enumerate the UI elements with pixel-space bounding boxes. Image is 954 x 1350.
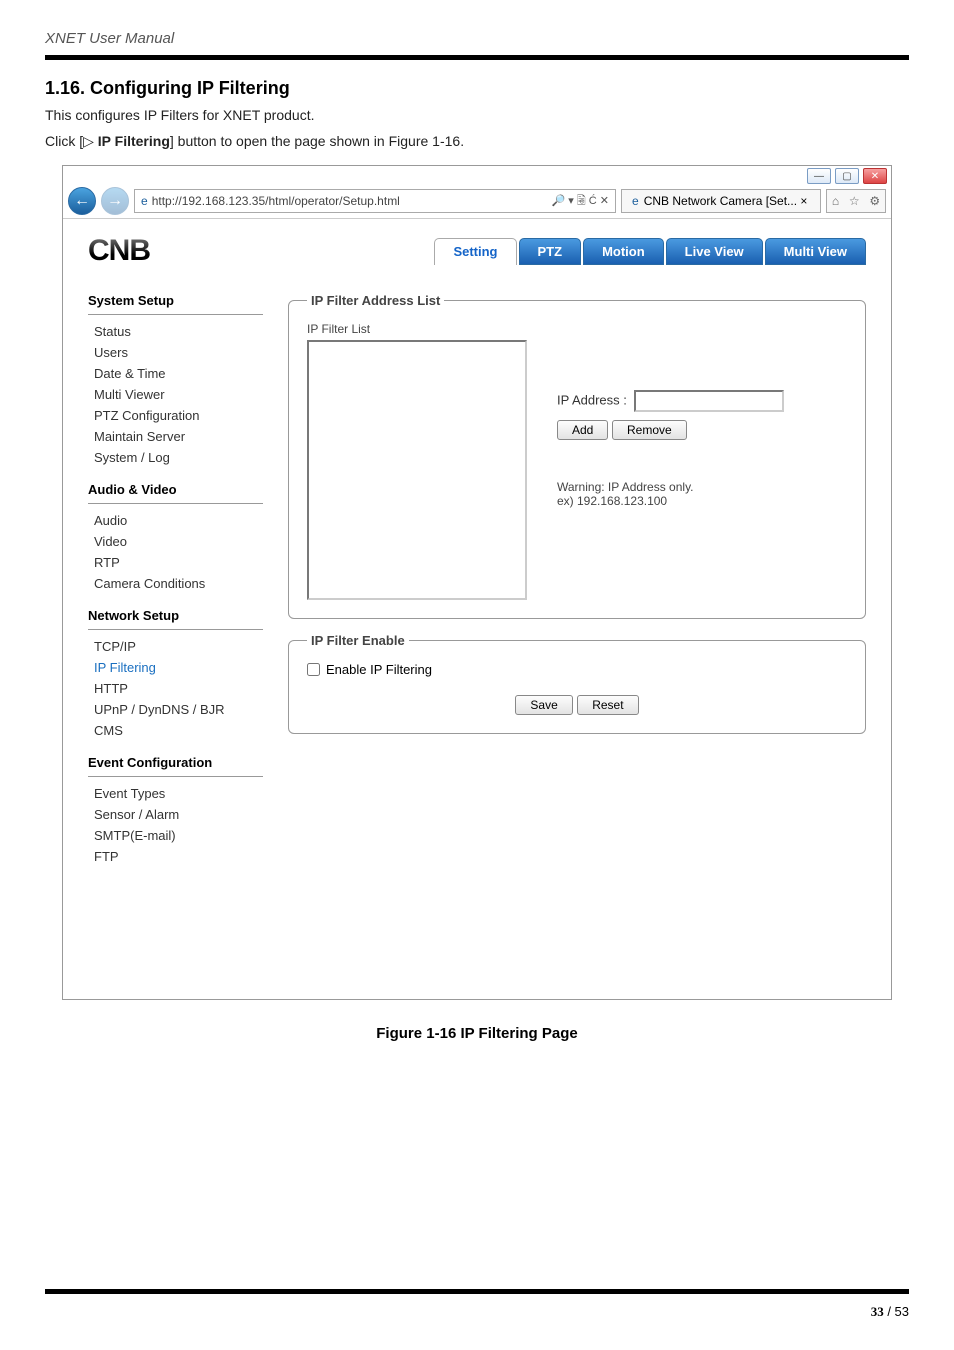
home-icon[interactable]: ⌂ (832, 194, 839, 208)
sidebar-item-status[interactable]: Status (88, 321, 263, 342)
ip-address-input[interactable] (634, 390, 784, 412)
reset-button[interactable]: Reset (577, 695, 638, 715)
tab-liveview[interactable]: Live View (666, 238, 763, 265)
minimize-button[interactable]: — (807, 168, 831, 184)
remove-button[interactable]: Remove (612, 420, 687, 440)
instruction-text: Click [▷ IP Filtering] button to open th… (45, 133, 909, 150)
window-controls: — ▢ ✕ (63, 166, 891, 184)
ip-filter-list-textarea[interactable] (307, 340, 527, 600)
tab-ptz[interactable]: PTZ (519, 238, 582, 265)
manual-header: XNET User Manual (45, 30, 909, 47)
tab-title: CNB Network Camera [Set... × (644, 194, 808, 208)
instruction-bold: IP Filtering (98, 133, 170, 149)
enable-ip-filtering-label[interactable]: Enable IP Filtering (307, 662, 847, 677)
footer-divider (45, 1289, 909, 1294)
url-box[interactable]: e http://192.168.123.35/html/operator/Se… (134, 189, 616, 213)
ie-icon: e (141, 194, 148, 208)
add-button[interactable]: Add (557, 420, 608, 440)
sidebar-item-smtp[interactable]: SMTP(E-mail) (88, 825, 263, 846)
ip-filter-list-label: IP Filter List (307, 322, 847, 336)
sidebar-group-system: System Setup (88, 293, 263, 308)
sidebar-divider (88, 503, 263, 504)
sidebar-group-av: Audio & Video (88, 482, 263, 497)
sidebar-group-network: Network Setup (88, 608, 263, 623)
enable-ip-filtering-checkbox[interactable] (307, 663, 320, 676)
sidebar-item-camcond[interactable]: Camera Conditions (88, 573, 263, 594)
sidebar-divider (88, 776, 263, 777)
sidebar-item-video[interactable]: Video (88, 531, 263, 552)
page-total: / 53 (884, 1304, 909, 1319)
ip-address-label: IP Address : (557, 392, 627, 407)
tab-setting[interactable]: Setting (434, 238, 516, 265)
gear-icon[interactable]: ⚙ (869, 194, 880, 208)
sidebar-group-event: Event Configuration (88, 755, 263, 770)
sidebar-item-ptzconfig[interactable]: PTZ Configuration (88, 405, 263, 426)
ip-address-row: IP Address : (557, 390, 847, 412)
sidebar-item-users[interactable]: Users (88, 342, 263, 363)
tab-multiview[interactable]: Multi View (765, 238, 866, 265)
warning-line1: Warning: IP Address only. (557, 480, 847, 494)
sidebar-item-http[interactable]: HTTP (88, 678, 263, 699)
close-button[interactable]: ✕ (863, 168, 887, 184)
sidebar-item-audio[interactable]: Audio (88, 510, 263, 531)
sidebar-item-maintain[interactable]: Maintain Server (88, 426, 263, 447)
ip-filter-enable-legend: IP Filter Enable (307, 633, 409, 648)
url-text: http://192.168.123.35/html/operator/Setu… (152, 194, 400, 208)
browser-window: — ▢ ✕ ← → e http://192.168.123.35/html/o… (62, 165, 892, 1000)
forward-button[interactable]: → (101, 187, 129, 215)
instruction-prefix: Click [▷ (45, 133, 98, 149)
sidebar-item-eventtypes[interactable]: Event Types (88, 783, 263, 804)
sidebar-item-tcpip[interactable]: TCP/IP (88, 636, 263, 657)
page-number: 33 / 53 (45, 1304, 909, 1320)
address-bar-row: ← → e http://192.168.123.35/html/operato… (63, 184, 891, 219)
save-button[interactable]: Save (515, 695, 572, 715)
divider (45, 55, 909, 60)
url-control-icons: 🔎 ▾ 🗟 Ć ✕ (552, 192, 609, 211)
sidebar-divider (88, 629, 263, 630)
sidebar-item-upnp[interactable]: UPnP / DynDNS / BJR (88, 699, 263, 720)
app-body: CNB Setting PTZ Motion Live View Multi V… (63, 219, 891, 999)
sidebar: System Setup Status Users Date & Time Mu… (88, 293, 263, 867)
sidebar-item-multiviewer[interactable]: Multi Viewer (88, 384, 263, 405)
ie-tab-icon: e (632, 194, 639, 208)
sidebar-item-datetime[interactable]: Date & Time (88, 363, 263, 384)
instruction-suffix: ] button to open the page shown in Figur… (170, 133, 464, 149)
top-nav-row: CNB Setting PTZ Motion Live View Multi V… (88, 234, 866, 268)
warning-text: Warning: IP Address only. ex) 192.168.12… (557, 480, 847, 508)
sidebar-item-rtp[interactable]: RTP (88, 552, 263, 573)
warning-line2: ex) 192.168.123.100 (557, 494, 847, 508)
main-panel: IP Filter Address List IP Filter List IP… (288, 293, 866, 867)
page-current: 33 (871, 1304, 884, 1319)
maximize-button[interactable]: ▢ (835, 168, 859, 184)
section-title: 1.16. Configuring IP Filtering (45, 78, 909, 99)
sidebar-item-sensoralarm[interactable]: Sensor / Alarm (88, 804, 263, 825)
toolbar-icons: ⌂ ☆ ⚙ (826, 189, 886, 213)
favorites-icon[interactable]: ☆ (849, 194, 860, 208)
sidebar-item-cms[interactable]: CMS (88, 720, 263, 741)
ip-filter-enable-fieldset: IP Filter Enable Enable IP Filtering Sav… (288, 633, 866, 734)
browser-tab[interactable]: e CNB Network Camera [Set... × (621, 189, 821, 213)
tab-motion[interactable]: Motion (583, 238, 664, 265)
back-button[interactable]: ← (68, 187, 96, 215)
description-text: This configures IP Filters for XNET prod… (45, 107, 909, 123)
ip-filter-address-fieldset: IP Filter Address List IP Filter List IP… (288, 293, 866, 619)
sidebar-item-ftp[interactable]: FTP (88, 846, 263, 867)
content-row: System Setup Status Users Date & Time Mu… (88, 293, 866, 867)
sidebar-item-ipfiltering[interactable]: IP Filtering (88, 657, 263, 678)
enable-label-text: Enable IP Filtering (326, 662, 432, 677)
sidebar-item-systemlog[interactable]: System / Log (88, 447, 263, 468)
logo: CNB (88, 234, 150, 268)
figure-caption: Figure 1-16 IP Filtering Page (45, 1025, 909, 1042)
ip-filter-address-legend: IP Filter Address List (307, 293, 444, 308)
main-tabs: Setting PTZ Motion Live View Multi View (432, 238, 866, 265)
sidebar-divider (88, 314, 263, 315)
